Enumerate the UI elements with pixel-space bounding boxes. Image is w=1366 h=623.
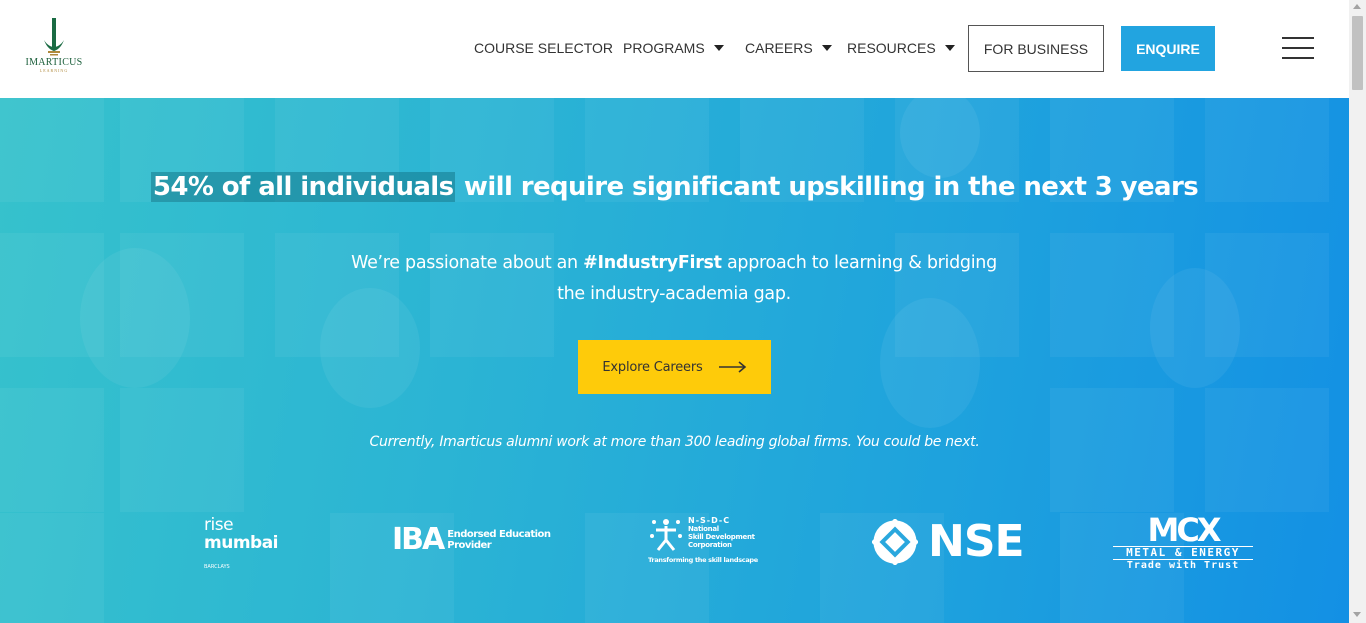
nav-course-selector-label: COURSE SELECTOR [474, 40, 613, 56]
nse-wordmark: NSE [928, 516, 1025, 567]
hamburger-icon[interactable] [1282, 37, 1314, 59]
iba-line1: Endorsed Education [447, 529, 551, 540]
nse-logo: NSE [872, 516, 1025, 567]
nav-programs-label: PROGRAMS [623, 40, 705, 56]
iba-line2: Provider [447, 540, 492, 551]
imarticus-logo[interactable]: IMARTICUS LEARNING [20, 18, 88, 80]
nav-careers-label: CAREERS [745, 40, 813, 56]
nsdc-logo: N-S-D-C National Skill Development Corpo… [648, 516, 768, 564]
site-header: IMARTICUS LEARNING COURSE SELECTOR PROGR… [0, 0, 1349, 98]
mcx-logo: MCX METAL & ENERGY Trade with Trust [1113, 514, 1253, 572]
nav-careers[interactable]: CAREERS [745, 40, 832, 56]
rise-line2: mumbai [204, 533, 279, 553]
for-business-button[interactable]: FOR BUSINESS [968, 25, 1104, 72]
nav-resources[interactable]: RESOURCES [847, 40, 955, 56]
scroll-down-arrow-icon[interactable] [1353, 612, 1361, 617]
rise-line1: rise [204, 515, 234, 535]
arrow-right-icon [718, 361, 746, 373]
page-scrollbar[interactable] [1349, 0, 1366, 623]
nav-course-selector[interactable]: COURSE SELECTOR [474, 40, 613, 56]
explore-careers-button[interactable]: Explore Careers [578, 340, 771, 394]
scroll-up-arrow-icon[interactable] [1353, 4, 1361, 9]
iba-mark: IBA [392, 522, 445, 557]
nsdc-tagline: Transforming the skill landscape [648, 556, 758, 564]
nav-programs[interactable]: PROGRAMS [623, 40, 724, 56]
subtext-hashtag: #IndustryFirst [583, 253, 722, 273]
logo-subtitle: LEARNING [39, 68, 69, 73]
rise-mumbai-logo: rise mumbai BARCLAYS [204, 516, 284, 570]
explore-careers-label: Explore Careers [602, 359, 703, 375]
caret-down-icon [944, 45, 955, 51]
hero-headline: 54% of all individuals will require sign… [0, 172, 1349, 202]
nav-resources-label: RESOURCES [847, 40, 936, 56]
scrollbar-thumb[interactable] [1352, 16, 1363, 90]
nse-emblem-icon [872, 519, 918, 565]
mcx-metal-energy: METAL & ENERGY [1113, 546, 1253, 560]
mcx-tagline: Trade with Trust [1126, 560, 1240, 571]
caret-down-icon [713, 45, 724, 51]
nsdc-line1: National [688, 525, 719, 533]
subtext-start: We’re passionate about an [351, 253, 584, 273]
hero-subtext: We’re passionate about an #IndustryFirst… [340, 248, 1008, 310]
mcx-wordmark: MCX [1147, 511, 1222, 549]
nsdc-emblem-icon [650, 519, 682, 551]
nsdc-line2: Skill Development [688, 533, 755, 541]
nsdc-line3: Corporation [688, 541, 732, 549]
caret-down-icon [821, 45, 832, 51]
nsdc-title: N-S-D-C [688, 516, 731, 525]
rise-barclays: BARCLAYS [204, 564, 230, 570]
logo-wordmark: IMARTICUS [25, 57, 83, 68]
headline-rest: will require significant upskilling in t… [455, 172, 1199, 202]
iba-logo: IBA Endorsed Education Provider [392, 525, 551, 555]
alumni-text: Currently, Imarticus alumni work at more… [369, 434, 980, 450]
enquire-button[interactable]: ENQUIRE [1121, 26, 1215, 71]
hero-section: 54% of all individuals will require sign… [0, 98, 1349, 623]
logo-mark-icon [44, 18, 64, 56]
headline-highlight: 54% of all individuals [150, 172, 456, 202]
